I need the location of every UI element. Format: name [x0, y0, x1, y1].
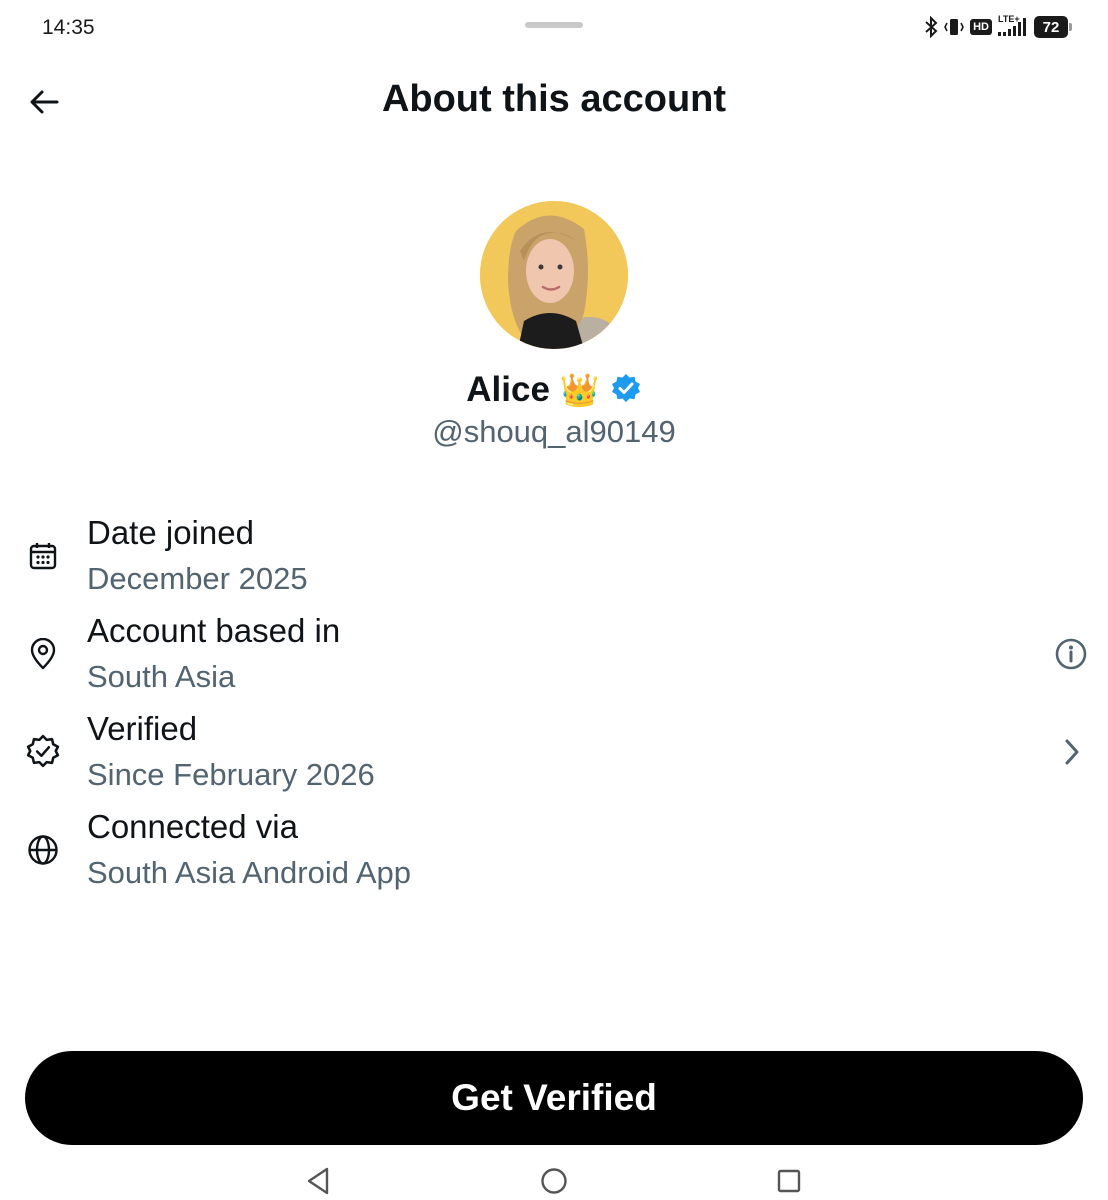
name-row: Alice 👑	[0, 370, 1108, 410]
get-verified-button[interactable]: Get Verified	[25, 1051, 1083, 1145]
nav-home-button[interactable]	[534, 1163, 574, 1199]
user-handle: @shouq_al90149	[432, 414, 676, 449]
detail-value-date-joined: December 2025	[87, 561, 308, 596]
detail-value-account-based-in: South Asia	[87, 659, 236, 694]
detail-label-date-joined: Date joined	[87, 514, 254, 551]
home-circle-icon	[541, 1168, 567, 1194]
battery-icon: 72	[1034, 16, 1072, 38]
detail-label-account-based-in: Account based in	[87, 612, 341, 649]
bluetooth-icon	[924, 16, 938, 38]
detail-label-connected-via: Connected via	[87, 808, 298, 845]
page-title: About this account	[381, 78, 727, 120]
info-button[interactable]	[1051, 634, 1091, 674]
nav-recents-button[interactable]	[769, 1163, 809, 1199]
info-icon	[1055, 638, 1087, 670]
status-time: 14:35	[42, 16, 95, 39]
drag-handle[interactable]	[525, 22, 583, 28]
back-triangle-icon	[307, 1167, 329, 1195]
nav-back-button[interactable]	[298, 1163, 338, 1199]
detail-value-verified: Since February 2026	[87, 757, 375, 792]
chevron-right-icon	[1065, 739, 1079, 765]
verified-detail-button[interactable]	[1051, 732, 1091, 772]
battery-level: 72	[1042, 18, 1060, 36]
display-name: Alice	[466, 370, 550, 409]
crown-emoji: 👑	[559, 372, 600, 408]
calendar-icon	[24, 537, 62, 575]
location-pin-icon	[24, 635, 62, 673]
detail-label-verified: Verified	[87, 710, 198, 747]
recents-square-icon	[777, 1169, 801, 1193]
verified-badge-icon[interactable]	[610, 372, 642, 409]
detail-value-connected-via: South Asia Android App	[87, 855, 412, 890]
avatar[interactable]	[480, 201, 628, 349]
hd-icon: HD	[970, 19, 992, 35]
globe-icon	[24, 831, 62, 869]
avatar-photo	[480, 201, 628, 349]
status-icons: HD LTE+ 72	[924, 14, 1072, 38]
vibrate-icon	[944, 16, 965, 38]
signal-icon: LTE+	[998, 14, 1028, 38]
verified-badge-outline-icon	[24, 732, 62, 770]
